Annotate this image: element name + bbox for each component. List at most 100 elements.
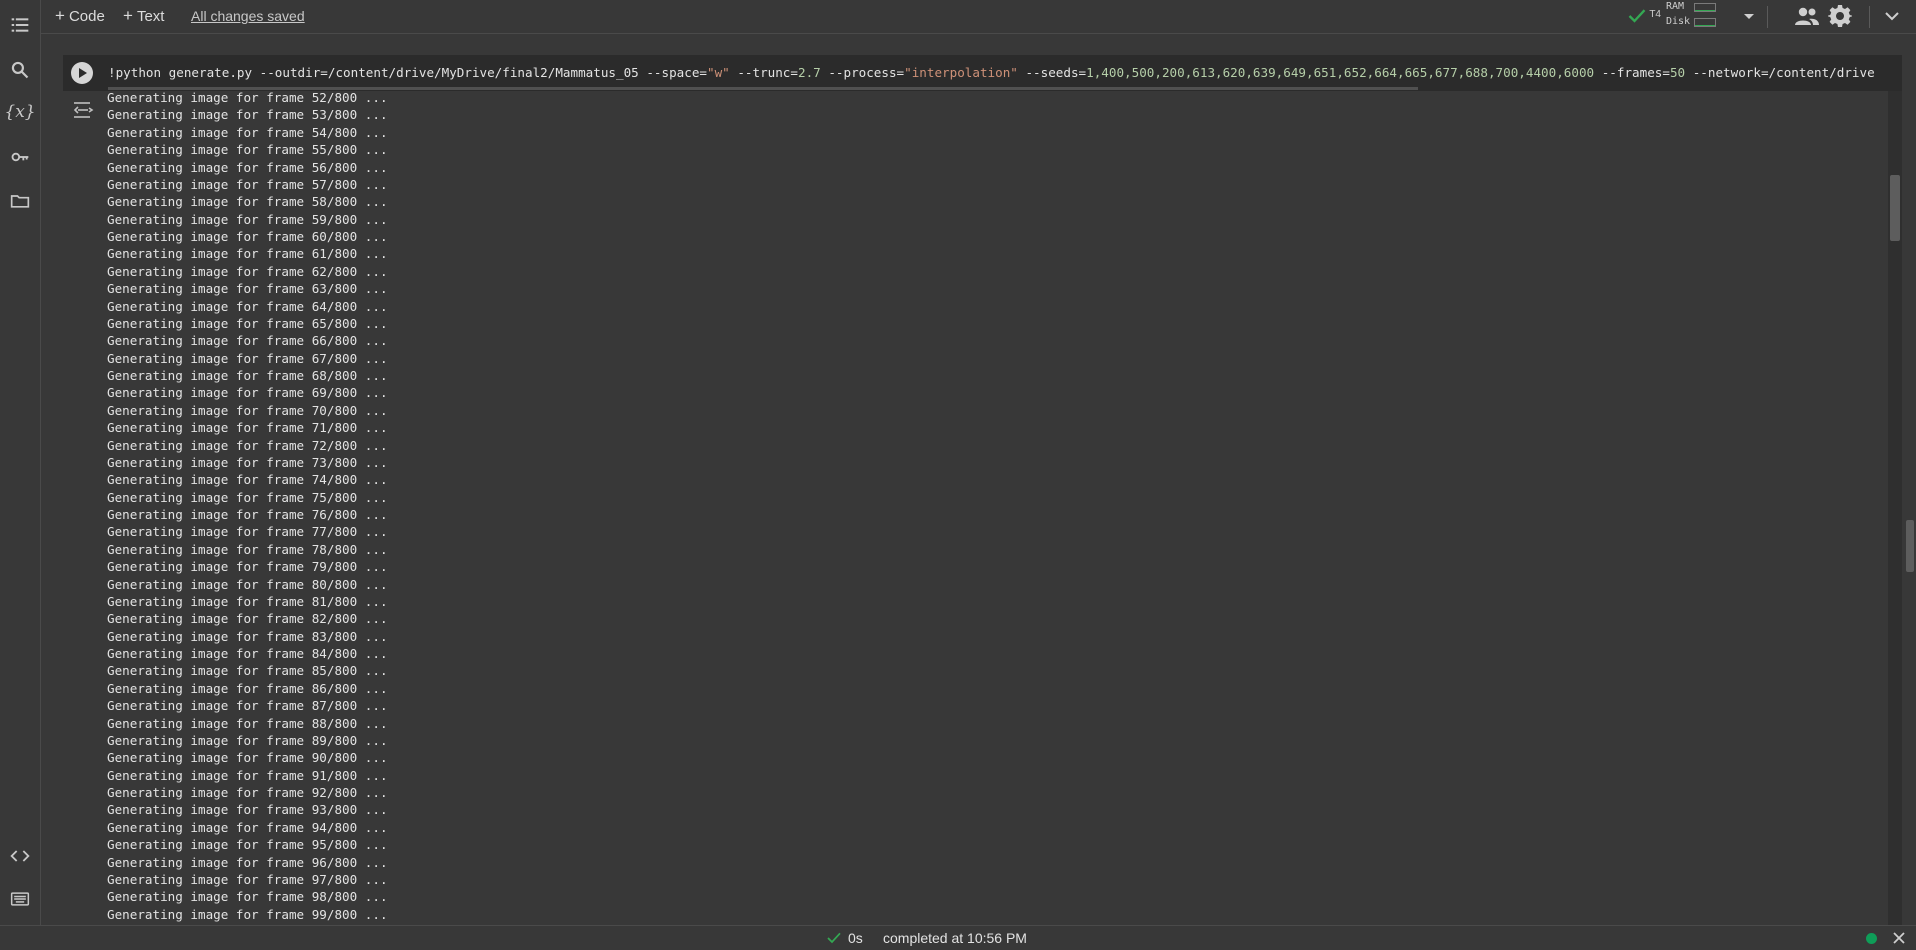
connected-check-icon bbox=[1628, 9, 1646, 23]
output-line: Generating image for frame 72/800 ... bbox=[107, 437, 388, 453]
output-line: Generating image for frame 87/800 ... bbox=[107, 698, 388, 714]
gear-icon[interactable] bbox=[1828, 4, 1852, 28]
output-line: Generating image for frame 92/800 ... bbox=[107, 785, 388, 800]
output-line: Generating image for frame 90/800 ... bbox=[107, 750, 388, 766]
code-token: --process= bbox=[820, 65, 905, 80]
code-line[interactable]: !python generate.py --outdir=/content/dr… bbox=[108, 65, 1898, 80]
close-icon[interactable] bbox=[1891, 930, 1907, 946]
notebook-scrollbar-thumb[interactable] bbox=[1906, 520, 1914, 572]
output-line: Generating image for frame 88/800 ... bbox=[107, 715, 388, 731]
output-line: Generating image for frame 56/800 ... bbox=[107, 159, 388, 175]
output-line: Generating image for frame 64/800 ... bbox=[107, 298, 388, 314]
ram-usage-bar bbox=[1694, 3, 1716, 12]
plus-icon: + bbox=[123, 6, 133, 25]
add-code-button[interactable]: + Code bbox=[55, 5, 105, 27]
share-people-icon[interactable] bbox=[1794, 4, 1820, 28]
output-line: Generating image for frame 84/800 ... bbox=[107, 646, 388, 661]
chevron-down-icon[interactable] bbox=[1882, 6, 1902, 26]
output-line: Generating image for frame 71/800 ... bbox=[107, 420, 388, 436]
output-line: Generating image for frame 69/800 ... bbox=[107, 385, 388, 401]
code-token: 2.7 bbox=[797, 65, 821, 80]
output-line: Generating image for frame 98/800 ... bbox=[107, 889, 388, 905]
add-code-label: Code bbox=[68, 8, 105, 25]
completed-status: completed at 10:56 PM bbox=[883, 930, 1027, 946]
output-line: Generating image for frame 96/800 ... bbox=[107, 854, 388, 870]
save-status-link[interactable]: All changes saved bbox=[191, 5, 305, 27]
output-line: Generating image for frame 53/800 ... bbox=[107, 107, 388, 123]
code-token: 50 bbox=[1669, 65, 1686, 80]
output-line: Generating image for frame 55/800 ... bbox=[107, 142, 388, 158]
output-scrollbar[interactable] bbox=[1888, 91, 1902, 925]
output-line: Generating image for frame 78/800 ... bbox=[107, 541, 388, 557]
code-snippets-icon[interactable] bbox=[8, 844, 32, 868]
output-line: Generating image for frame 62/800 ... bbox=[107, 263, 388, 279]
left-sidebar: {x} bbox=[0, 0, 41, 949]
cell-output: Generating image for frame 52/800 ... Gen… bbox=[107, 89, 1887, 925]
output-line: Generating image for frame 63/800 ... bbox=[107, 281, 388, 297]
output-line: Generating image for frame 85/800 ... bbox=[107, 663, 388, 679]
output-line: Generating image for frame 82/800 ... bbox=[107, 611, 388, 627]
variables-icon[interactable]: {x} bbox=[4, 100, 35, 124]
output-actions-icon[interactable] bbox=[72, 99, 94, 121]
output-line: Generating image for frame 93/800 ... bbox=[107, 802, 388, 818]
output-line: Generating image for frame 73/800 ... bbox=[107, 454, 388, 470]
disk-usage-bar bbox=[1694, 18, 1716, 27]
output-line: Generating image for frame 79/800 ... bbox=[107, 559, 388, 575]
output-line: Generating image for frame 54/800 ... bbox=[107, 124, 388, 140]
output-line: Generating image for frame 99/800 ... bbox=[107, 906, 388, 922]
output-line: Generating image for frame 83/800 ... bbox=[107, 628, 388, 644]
output-line: Generating image for frame 68/800 ... bbox=[107, 368, 388, 383]
output-line: Generating image for frame 86/800 ... bbox=[107, 680, 388, 696]
output-line: Generating image for frame 70/800 ... bbox=[107, 402, 388, 418]
output-line: Generating image for frame 81/800 ... bbox=[107, 593, 388, 609]
code-token: "interpolation" bbox=[904, 65, 1018, 80]
code-token: 1,400,500,200,613,620,639,649,651,652,66… bbox=[1086, 65, 1595, 80]
connection-status-dot bbox=[1866, 933, 1877, 944]
output-line: Generating image for frame 65/800 ... bbox=[107, 315, 388, 331]
toolbar-divider bbox=[1869, 6, 1870, 28]
output-line: Generating image for frame 89/800 ... bbox=[107, 732, 388, 748]
output-line: Generating image for frame 94/800 ... bbox=[107, 819, 388, 835]
code-token: "w" bbox=[706, 65, 730, 80]
output-line: Generating image for frame 59/800 ... bbox=[107, 211, 388, 227]
top-toolbar: + Code + Text All changes saved T4 RAM Dis… bbox=[41, 0, 1916, 34]
output-line: Generating image for frame 52/800 ... bbox=[107, 90, 388, 105]
runtime-type-label: T4 bbox=[1649, 9, 1661, 20]
toolbar-divider bbox=[1767, 6, 1768, 28]
code-token: --trunc= bbox=[729, 65, 798, 80]
search-icon[interactable] bbox=[8, 58, 32, 82]
output-line: Generating image for frame 91/800 ... bbox=[107, 767, 388, 783]
check-icon bbox=[827, 932, 841, 944]
code-token: --seeds= bbox=[1017, 65, 1087, 80]
disk-label: Disk bbox=[1666, 16, 1691, 27]
command-palette-icon[interactable] bbox=[8, 887, 32, 911]
output-line: Generating image for frame 67/800 ... bbox=[107, 350, 388, 366]
scrollbar-thumb[interactable] bbox=[1890, 175, 1900, 241]
run-cell-button[interactable] bbox=[71, 62, 93, 84]
add-text-button[interactable]: + Text bbox=[123, 5, 164, 27]
output-line: Generating image for frame 60/800 ... bbox=[107, 229, 388, 244]
code-token: --frames= bbox=[1594, 65, 1670, 80]
status-bar: 0s completed at 10:56 PM bbox=[0, 925, 1916, 950]
output-line: Generating image for frame 66/800 ... bbox=[107, 333, 388, 349]
output-line: Generating image for frame 76/800 ... bbox=[107, 507, 388, 522]
output-line: Generating image for frame 80/800 ... bbox=[107, 576, 388, 592]
output-line: Generating image for frame 58/800 ... bbox=[107, 194, 388, 210]
files-folder-icon[interactable] bbox=[8, 189, 32, 213]
output-line: Generating image for frame 95/800 ... bbox=[107, 837, 388, 853]
output-line: Generating image for frame 57/800 ... bbox=[107, 176, 388, 192]
output-line: Generating image for frame 74/800 ... bbox=[107, 472, 388, 488]
output-line: Generating image for frame 61/800 ... bbox=[107, 246, 388, 262]
code-token: --network=/content/drive bbox=[1685, 65, 1875, 80]
secrets-key-icon[interactable] bbox=[8, 145, 32, 169]
code-token: !python generate.py --outdir=/content/dr… bbox=[108, 65, 707, 80]
plus-icon: + bbox=[55, 6, 65, 25]
resource-monitor[interactable]: RAM Disk bbox=[1666, 1, 1716, 31]
output-line: Generating image for frame 97/800 ... bbox=[107, 871, 388, 887]
output-line: Generating image for frame 77/800 ... bbox=[107, 524, 388, 540]
code-cell-editor[interactable]: !python generate.py --outdir=/content/dr… bbox=[63, 55, 1902, 91]
execution-duration: 0s bbox=[848, 930, 863, 946]
chevron-down-icon[interactable] bbox=[1743, 10, 1755, 22]
table-of-contents-icon[interactable] bbox=[8, 13, 32, 37]
add-text-label: Text bbox=[136, 8, 165, 25]
